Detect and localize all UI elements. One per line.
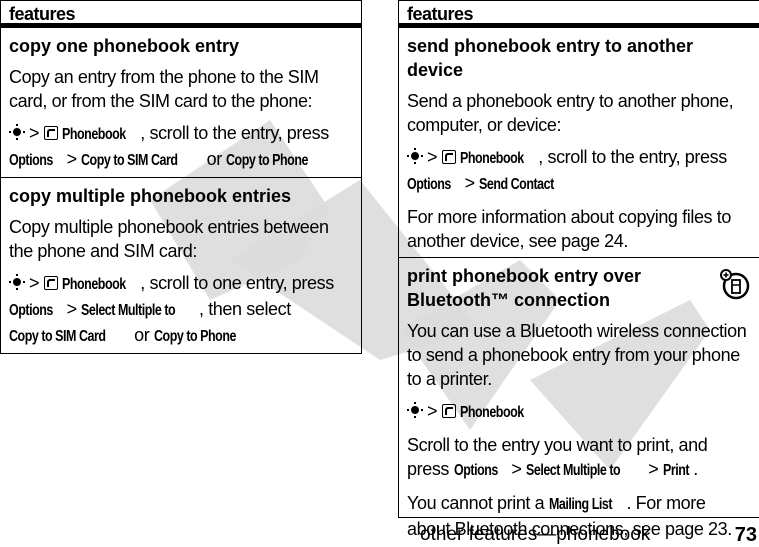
phonebook-icon [43, 126, 58, 140]
features-table-left: features copy one phonebook entry Copy a… [0, 0, 362, 354]
key-options: Options [9, 152, 53, 169]
nav-key-icon [9, 274, 25, 290]
menu-item-phonebook: Phonebook [459, 404, 524, 421]
menu-item-copy-to-phone: Copy to Phone [154, 328, 236, 345]
network-feature-icon [720, 269, 750, 300]
menu-item-select-multiple: Select Multiple to [526, 462, 621, 479]
menu-path: > Phonebook, scroll to the entry, press … [9, 121, 353, 173]
menu-item-phonebook: Phonebook [61, 276, 126, 293]
feature-title: print phonebook entry over Bluetooth™ co… [407, 266, 642, 310]
phonebook-icon [441, 150, 456, 164]
menu-item-print: Print [662, 462, 690, 479]
nav-key-icon [407, 402, 423, 418]
menu-item-phonebook: Phonebook [61, 126, 126, 143]
phonebook-icon [43, 276, 58, 290]
menu-path: > Phonebook, scroll to the entry, press … [407, 145, 751, 197]
features-table-right: features send phonebook entry to another… [398, 0, 759, 539]
feature-description: Send a phonebook entry to another phone,… [407, 91, 734, 135]
menu-item-copy-to-sim: Copy to SIM Card [9, 328, 106, 345]
feature-row-copy-one: copy one phonebook entry Copy an entry f… [1, 28, 361, 178]
feature-row-print-bluetooth: print phonebook entry over Bluetooth™ co… [399, 258, 759, 545]
section-footer: other features—phonebook [420, 524, 651, 545]
feature-description: Copy an entry from the phone to the SIM … [9, 67, 319, 111]
feature-steps: Scroll to the entry you want to print, a… [407, 433, 751, 483]
nav-key-icon [9, 124, 25, 140]
feature-description: Copy multiple phonebook entries between … [9, 217, 329, 261]
menu-item-copy-to-phone: Copy to Phone [226, 152, 309, 169]
feature-row-send-entry: send phonebook entry to another device S… [399, 28, 759, 258]
feature-title: copy multiple phonebook entries [9, 186, 292, 206]
menu-item-send-contact: Send Contact [479, 176, 555, 193]
feature-title: copy one phonebook entry [9, 36, 240, 56]
feature-note: For more information about copying files… [407, 207, 731, 251]
feature-title: send phonebook entry to another device [407, 36, 694, 80]
menu-item-select-multiple: Select Multiple to [81, 302, 176, 319]
menu-item-mailing-list: Mailing List [548, 496, 613, 513]
feature-description: You can use a Bluetooth wireless connect… [407, 321, 747, 389]
feature-row-copy-multiple: copy multiple phonebook entries Copy mul… [1, 178, 361, 353]
table-header: features [1, 1, 361, 28]
key-options: Options [453, 462, 498, 479]
key-options: Options [9, 302, 53, 319]
phonebook-icon [441, 404, 456, 418]
menu-item-copy-to-sim: Copy to SIM Card [81, 152, 178, 169]
nav-key-icon [407, 148, 423, 164]
menu-item-phonebook: Phonebook [459, 150, 524, 167]
page-number: 73 [734, 524, 757, 546]
key-options: Options [407, 176, 451, 193]
menu-path: > Phonebook [407, 399, 751, 425]
table-header: features [399, 1, 759, 28]
menu-path: > Phonebook, scroll to one entry, press … [9, 271, 353, 349]
